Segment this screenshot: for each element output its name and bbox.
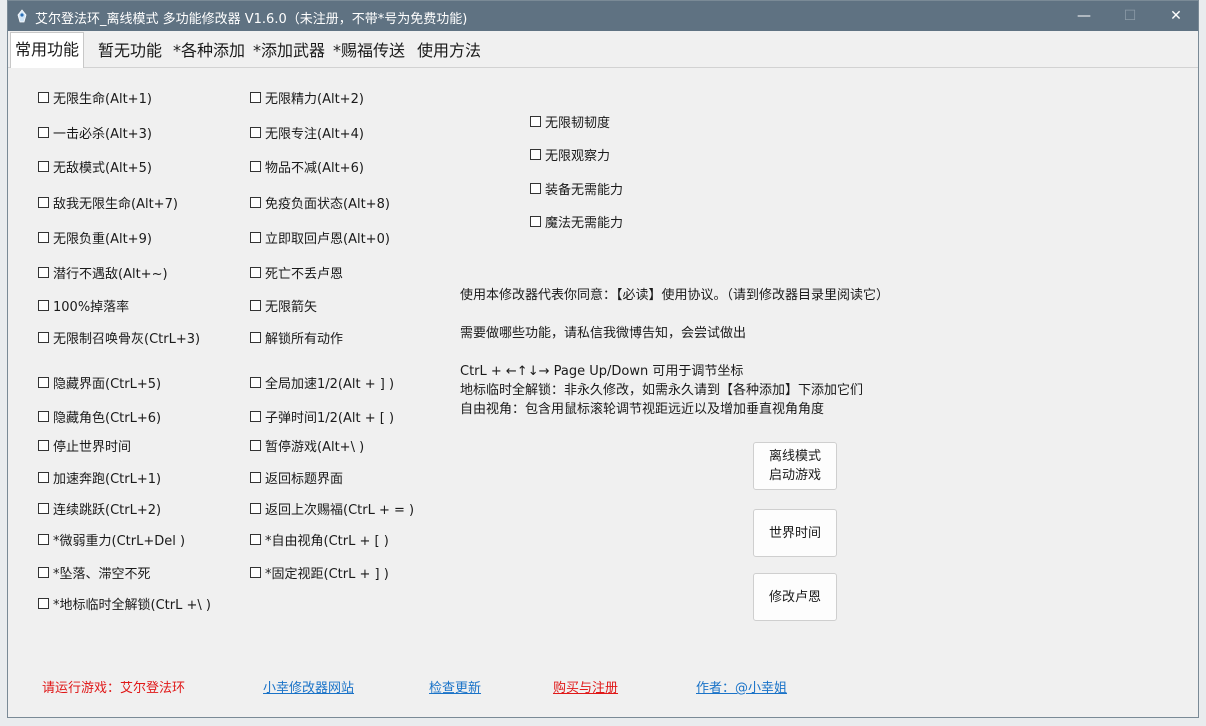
checkbox-unlock-landmarks[interactable]: *地标临时全解锁(CtrL +\ ) [38, 594, 211, 613]
checkbox-return-title[interactable]: 返回标题界面 [250, 468, 343, 487]
tab-usage[interactable]: 使用方法 [413, 34, 485, 67]
checkbox-multi-jump[interactable]: 连续跳跃(CtrL+2) [38, 499, 161, 518]
checkbox-icon[interactable] [38, 533, 49, 545]
website-link[interactable]: 小幸修改器网站 [263, 677, 354, 696]
checkbox-infinite-health[interactable]: 无限生命(Alt+1) [38, 88, 152, 107]
checkbox-stealth[interactable]: 潜行不遇敌(Alt+~) [38, 263, 168, 282]
checkbox-icon[interactable] [38, 566, 49, 578]
checkbox-icon[interactable] [38, 410, 49, 422]
checkbox-keep-runes[interactable]: 死亡不丢卢恩 [250, 263, 343, 282]
freecam-hint-text: 自由视角：包含用鼠标滚轮调节视距远近以及增加垂直视角角度 [460, 402, 825, 417]
checkbox-fixed-distance[interactable]: *固定视距(CtrL + ] ) [250, 563, 389, 582]
checkbox-icon[interactable] [38, 266, 49, 278]
checkbox-icon[interactable] [250, 566, 261, 578]
checkbox-infinite-fp[interactable]: 无限专注(Alt+4) [250, 123, 364, 142]
checkbox-icon[interactable] [38, 299, 49, 311]
checkbox-return-grace[interactable]: 返回上次赐福(CtrL + = ) [250, 499, 414, 518]
checkbox-pause-game[interactable]: 暂停游戏(Alt+\ ) [250, 436, 364, 455]
checkbox-all-infinite-health[interactable]: 敌我无限生命(Alt+7) [38, 193, 178, 212]
checkbox-unlimited-summon[interactable]: 无限制召唤骨灰(CtrL+3) [38, 328, 200, 347]
checkbox-drop-rate[interactable]: 100%掉落率 [38, 296, 129, 315]
tab-add-weapons[interactable]: *添加武器 [249, 34, 329, 67]
checkbox-stop-world-time[interactable]: 停止世界时间 [38, 436, 131, 455]
checkbox-items-no-decrease[interactable]: 物品不减(Alt+6) [250, 157, 364, 176]
contact-text: 需要做哪些功能，请私信我微博告知，会尝试做出 [460, 326, 747, 341]
window-title: 艾尔登法环_离线模式 多功能修改器 V1.6.0（未注册，不带*号为免费功能) [35, 12, 468, 27]
checkbox-icon[interactable] [38, 196, 49, 208]
tab-bar: 常用功能 暂无功能 *各种添加 *添加武器 *赐福传送 使用方法 [8, 31, 1198, 68]
checkbox-sprint-boost[interactable]: 加速奔跑(CtrL+1) [38, 468, 161, 487]
checkbox-icon[interactable] [38, 91, 49, 103]
checkbox-icon[interactable] [38, 376, 49, 388]
checkbox-immune-status[interactable]: 免疫负面状态(Alt+8) [250, 193, 390, 212]
checkbox-icon[interactable] [38, 439, 49, 451]
checkbox-unlock-gestures[interactable]: 解锁所有动作 [250, 328, 343, 347]
modify-runes-button[interactable]: 修改卢恩 [753, 573, 837, 621]
checkbox-icon[interactable] [38, 471, 49, 483]
checkbox-icon[interactable] [250, 502, 261, 514]
checkbox-icon[interactable] [250, 471, 261, 483]
landmark-hint-text: 地标临时全解锁：非永久修改，如需永久请到【各种添加】下添加它们 [460, 383, 864, 398]
checkbox-god-mode[interactable]: 无敌模式(Alt+5) [38, 157, 152, 176]
agreement-text: 使用本修改器代表你同意：【必读】使用协议。（请到修改器目录里阅读它） [460, 288, 890, 303]
author-link[interactable]: 作者：@小幸姐 [696, 677, 787, 696]
checkbox-icon[interactable] [38, 160, 49, 172]
checkbox-infinite-discovery[interactable]: 无限观察力 [530, 145, 610, 164]
tab-add-items[interactable]: *各种添加 [169, 34, 249, 67]
tab-none[interactable]: 暂无功能 [94, 34, 166, 67]
tab-common[interactable]: 常用功能 [10, 32, 85, 68]
checkbox-icon[interactable] [38, 331, 49, 343]
checkbox-icon[interactable] [250, 410, 261, 422]
checkbox-icon[interactable] [250, 91, 261, 103]
checkbox-icon[interactable] [38, 231, 49, 243]
maximize-button[interactable]: ☐ [1108, 1, 1152, 31]
checkbox-icon[interactable] [250, 533, 261, 545]
minimize-button[interactable]: — [1062, 1, 1106, 31]
app-icon [17, 9, 27, 23]
app-window: 艾尔登法环_离线模式 多功能修改器 V1.6.0（未注册，不带*号为免费功能) … [7, 0, 1199, 718]
checkbox-free-camera[interactable]: *自由视角(CtrL + [ ) [250, 530, 389, 549]
checkbox-no-fall-death[interactable]: *坠落、滞空不死 [38, 563, 151, 582]
checkbox-infinite-poise[interactable]: 无限韧韧度 [530, 112, 610, 131]
checkbox-low-gravity[interactable]: *微弱重力(CtrL+Del ) [38, 530, 185, 549]
launch-offline-button[interactable]: 离线模式 启动游戏 [753, 442, 837, 490]
checkbox-icon[interactable] [250, 126, 261, 138]
checkbox-icon[interactable] [38, 126, 49, 138]
check-update-link[interactable]: 检查更新 [429, 677, 481, 696]
checkbox-icon[interactable] [250, 160, 261, 172]
tab-grace-teleport[interactable]: *赐福传送 [329, 34, 409, 67]
checkbox-global-speed[interactable]: 全局加速1/2(Alt + ] ) [250, 373, 394, 392]
game-status-text: 请运行游戏：艾尔登法环 [42, 681, 186, 696]
checkbox-icon[interactable] [38, 502, 49, 514]
checkbox-icon[interactable] [530, 215, 541, 227]
checkbox-icon[interactable] [250, 299, 261, 311]
checkbox-hide-character[interactable]: 隐藏角色(CtrL+6) [38, 407, 161, 426]
checkbox-icon[interactable] [38, 597, 49, 609]
close-button[interactable]: ✕ [1154, 1, 1198, 31]
checkbox-retrieve-runes[interactable]: 立即取回卢恩(Alt+0) [250, 228, 390, 247]
main-panel: 无限生命(Alt+1) 一击必杀(Alt+3) 无敌模式(Alt+5) 敌我无限… [8, 67, 1198, 717]
checkbox-icon[interactable] [250, 376, 261, 388]
checkbox-bullet-time[interactable]: 子弹时间1/2(Alt + [ ) [250, 407, 394, 426]
keys-hint-text: CtrL + ←↑↓→ Page Up/Down 可用于调节坐标 [460, 364, 744, 379]
checkbox-icon[interactable] [250, 231, 261, 243]
checkbox-no-equip-requirement[interactable]: 装备无需能力 [530, 179, 623, 198]
checkbox-hide-ui[interactable]: 隐藏界面(CtrL+5) [38, 373, 161, 392]
world-time-button[interactable]: 世界时间 [753, 509, 837, 557]
checkbox-icon[interactable] [530, 148, 541, 160]
checkbox-icon[interactable] [250, 196, 261, 208]
checkbox-icon[interactable] [530, 182, 541, 194]
checkbox-icon[interactable] [530, 115, 541, 127]
title-bar: 艾尔登法环_离线模式 多功能修改器 V1.6.0（未注册，不带*号为免费功能) … [8, 1, 1198, 31]
checkbox-one-hit-kill[interactable]: 一击必杀(Alt+3) [38, 123, 152, 142]
checkbox-icon[interactable] [250, 266, 261, 278]
checkbox-infinite-load[interactable]: 无限负重(Alt+9) [38, 228, 152, 247]
checkbox-icon[interactable] [250, 439, 261, 451]
checkbox-icon[interactable] [250, 331, 261, 343]
checkbox-infinite-stamina[interactable]: 无限精力(Alt+2) [250, 88, 364, 107]
checkbox-no-magic-requirement[interactable]: 魔法无需能力 [530, 212, 623, 231]
buy-register-link[interactable]: 购买与注册 [553, 677, 618, 696]
checkbox-infinite-arrows[interactable]: 无限箭矢 [250, 296, 317, 315]
